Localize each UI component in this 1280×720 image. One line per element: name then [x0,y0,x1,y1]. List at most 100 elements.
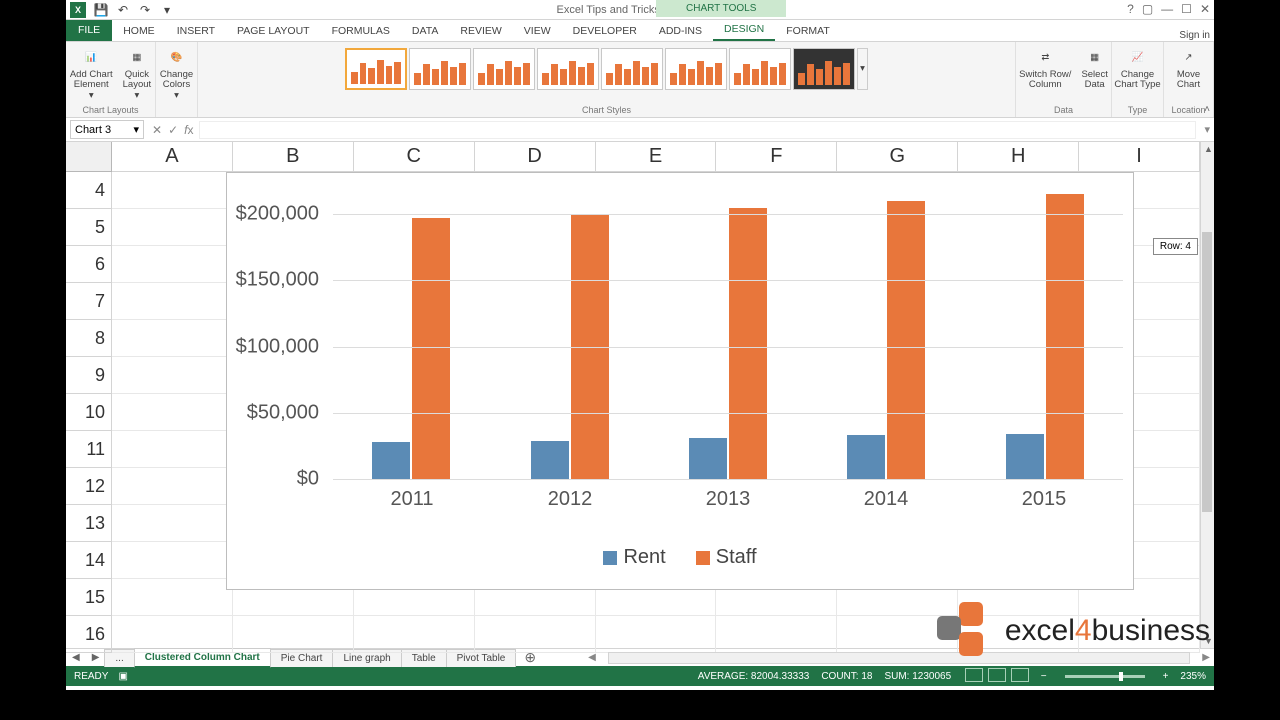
row-header-16[interactable]: 16 [66,616,112,653]
chart-style-5[interactable] [601,48,663,90]
name-box[interactable]: Chart 3▾ [70,120,144,139]
zoom-out-icon[interactable]: − [1041,671,1047,682]
column-header-C[interactable]: C [354,142,475,172]
row-header-6[interactable]: 6 [66,246,112,283]
chart-style-1[interactable] [345,48,407,90]
chart-bar-rent-2012[interactable] [531,441,569,479]
minimize-icon[interactable]: — [1161,2,1173,16]
move-chart-button[interactable]: ↗Move Chart [1173,46,1204,93]
close-icon[interactable]: ✕ [1200,2,1210,16]
enter-formula-icon[interactable]: ✓ [168,123,178,137]
row-header-9[interactable]: 9 [66,357,112,394]
cancel-formula-icon[interactable]: ✕ [152,123,162,137]
change-colors-button[interactable]: 🎨 Change Colors▾ [156,46,197,103]
row-header-11[interactable]: 11 [66,431,112,468]
tab-home[interactable]: HOME [112,21,166,41]
scroll-up-icon[interactable]: ▲ [1204,144,1213,154]
chart-style-6[interactable] [665,48,727,90]
tab-formulas[interactable]: FORMULAS [321,21,401,41]
formula-input[interactable] [199,121,1196,139]
vertical-scrollbar[interactable]: ▲ ▼ [1200,142,1214,648]
sheet-nav-prev[interactable]: ◀ [66,652,86,663]
column-header-G[interactable]: G [837,142,958,172]
sheet-nav-next[interactable]: ▶ [86,652,106,663]
chart-plot-area[interactable] [333,181,1123,479]
macro-record-icon[interactable]: ▣ [118,671,127,682]
chart-bar-rent-2014[interactable] [847,435,885,479]
ribbon-options-icon[interactable]: ▢ [1142,2,1153,16]
chart-bar-rent-2015[interactable] [1006,434,1044,479]
group-label-styles: Chart Styles [198,105,1015,115]
column-header-F[interactable]: F [716,142,837,172]
switch-row-column-button[interactable]: ⇄Switch Row/ Column [1015,46,1075,93]
tab-design[interactable]: DESIGN [713,19,775,41]
chart-bar-staff-2015[interactable] [1046,194,1084,479]
chart-bar-staff-2014[interactable] [887,201,925,479]
tab-file[interactable]: FILE [66,19,112,41]
tab-add-ins[interactable]: ADD-INS [648,21,713,41]
sign-in-link[interactable]: Sign in [1179,24,1210,41]
tab-page-layout[interactable]: PAGE LAYOUT [226,21,321,41]
maximize-icon[interactable]: ☐ [1181,2,1192,16]
chart-legend[interactable]: Rent Staff [227,546,1133,569]
chart-bar-rent-2013[interactable] [689,438,727,479]
view-normal-icon[interactable] [965,668,983,682]
row-header-14[interactable]: 14 [66,542,112,579]
view-page-layout-icon[interactable] [988,668,1006,682]
chart-style-8[interactable] [793,48,855,90]
quick-layout-button[interactable]: ▦ Quick Layout▾ [119,46,156,103]
tab-developer[interactable]: DEVELOPER [562,21,648,41]
tab-insert[interactable]: INSERT [166,21,226,41]
tab-review[interactable]: REVIEW [449,21,512,41]
chart-styles-more-button[interactable]: ▾ [857,48,868,90]
namebox-dropdown-icon[interactable]: ▾ [133,123,139,136]
zoom-in-icon[interactable]: + [1163,671,1169,682]
row-header-4[interactable]: 4 [66,172,112,209]
row-header-13[interactable]: 13 [66,505,112,542]
column-header-B[interactable]: B [233,142,354,172]
chart-bar-staff-2013[interactable] [729,208,767,480]
chart-style-4[interactable] [537,48,599,90]
tab-view[interactable]: VIEW [513,21,562,41]
row-header-12[interactable]: 12 [66,468,112,505]
chart-object[interactable]: $0$50,000$100,000$150,000$200,000 201120… [226,172,1134,590]
zoom-slider[interactable] [1065,675,1145,678]
help-icon[interactable]: ? [1127,2,1134,16]
redo-icon[interactable]: ↷ [138,3,152,17]
scroll-down-icon[interactable]: ▼ [1204,636,1213,646]
horizontal-scrollbar[interactable] [608,652,1190,664]
row-header-8[interactable]: 8 [66,320,112,357]
zoom-slider-thumb[interactable] [1119,672,1123,681]
column-header-I[interactable]: I [1079,142,1200,172]
hscroll-left-icon[interactable]: ◀ [584,652,600,663]
row-header-15[interactable]: 15 [66,579,112,616]
hscroll-right-icon[interactable]: ▶ [1198,652,1214,663]
row-header-7[interactable]: 7 [66,283,112,320]
column-header-E[interactable]: E [596,142,717,172]
undo-icon[interactable]: ↶ [116,3,130,17]
add-chart-element-button[interactable]: 📊 Add Chart Element▾ [66,46,117,103]
select-data-button[interactable]: ▦Select Data [1077,46,1111,93]
chart-bar-staff-2011[interactable] [412,218,450,479]
chart-style-2[interactable] [409,48,471,90]
column-header-A[interactable]: A [112,142,233,172]
qat-dropdown-icon[interactable]: ▾ [160,3,174,17]
chart-style-3[interactable] [473,48,535,90]
vertical-scroll-thumb[interactable] [1202,232,1212,512]
expand-formula-bar-icon[interactable]: ▾ [1200,123,1214,136]
column-header-H[interactable]: H [958,142,1079,172]
chart-style-7[interactable] [729,48,791,90]
select-all-corner[interactable] [66,142,112,172]
tab-data[interactable]: DATA [401,21,449,41]
zoom-level[interactable]: 235% [1180,671,1206,682]
tab-format[interactable]: FORMAT [775,21,841,41]
fx-icon[interactable]: fx [184,123,193,137]
row-header-5[interactable]: 5 [66,209,112,246]
column-header-D[interactable]: D [475,142,596,172]
collapse-ribbon-icon[interactable]: ˄ [1204,104,1210,115]
view-page-break-icon[interactable] [1011,668,1029,682]
change-chart-type-button[interactable]: 📈Change Chart Type [1110,46,1164,93]
chart-bar-rent-2011[interactable] [372,442,410,479]
row-header-10[interactable]: 10 [66,394,112,431]
save-icon[interactable]: 💾 [94,3,108,17]
